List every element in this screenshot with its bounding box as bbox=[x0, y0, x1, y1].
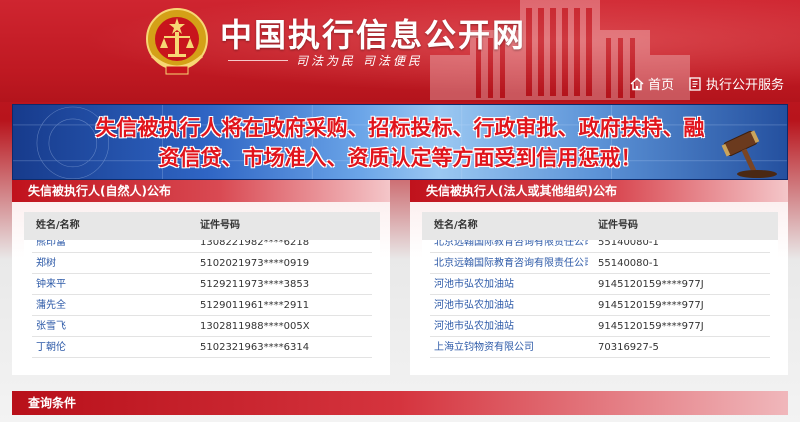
gavel-icon bbox=[721, 130, 777, 178]
nav-home[interactable]: 首页 bbox=[630, 74, 674, 93]
column-header-id: 证件号码 bbox=[200, 220, 240, 231]
person-name-link[interactable]: 蒲先全 bbox=[32, 295, 190, 315]
person-name-link[interactable]: 熊印富 bbox=[32, 240, 190, 252]
table-row: 北京远翰国际教育咨询有限责任公司 55140080-1 bbox=[430, 240, 770, 253]
slogan-text: 司法为民 司法便民 bbox=[296, 54, 423, 68]
legal-entity-panel: 失信被执行人(法人或其他组织)公布 姓名/名称 证件号码 北京远翰国际教育咨询有… bbox=[410, 180, 788, 375]
table-row: 河池市弘农加油站 9145120159****977J bbox=[430, 316, 770, 337]
entity-name-link[interactable]: 上海立钧物资有限公司 bbox=[430, 337, 588, 357]
panel-title: 失信被执行人(法人或其他组织)公布 bbox=[410, 180, 788, 202]
entity-name-link[interactable]: 河池市弘农加油站 bbox=[430, 316, 588, 336]
person-name-link[interactable]: 钟来平 bbox=[32, 274, 190, 294]
court-emblem-icon bbox=[146, 8, 208, 75]
table-row: 熊印富 1308221982****6218 bbox=[32, 240, 372, 253]
person-name-link[interactable]: 张雪飞 bbox=[32, 316, 190, 336]
table-row: 河池市弘农加油站 9145120159****977J bbox=[430, 295, 770, 316]
home-icon bbox=[630, 77, 644, 90]
table-header: 姓名/名称 证件号码 bbox=[24, 212, 380, 240]
id-number: 55140080-1 bbox=[598, 258, 659, 269]
table-row: 河池市弘农加油站 9145120159****977J bbox=[430, 274, 770, 295]
entity-name-link[interactable]: 北京远翰国际教育咨询有限责任公司 bbox=[430, 240, 588, 252]
entity-name-link[interactable]: 河池市弘农加油站 bbox=[430, 274, 588, 294]
natural-person-panel: 失信被执行人(自然人)公布 姓名/名称 证件号码 熊印富 1308221982*… bbox=[12, 180, 390, 375]
legal-entity-table: 姓名/名称 证件号码 北京远翰国际教育咨询有限责任公司 55140080-1 北… bbox=[422, 212, 778, 362]
table-row: 丁朝伦 5102321963****6314 bbox=[32, 337, 372, 358]
query-conditions-header: 查询条件 bbox=[12, 391, 788, 415]
id-number: 9145120159****977J bbox=[598, 321, 704, 332]
column-header-id: 证件号码 bbox=[598, 220, 638, 231]
site-slogan: 司法为民 司法便民 bbox=[228, 52, 518, 69]
person-name-link[interactable]: 郑树 bbox=[32, 253, 190, 273]
site-header: 中国执行信息公开网 司法为民 司法便民 首页 执行公开服务 bbox=[0, 0, 800, 102]
table-row: 蒲先全 5129011961****2911 bbox=[32, 295, 372, 316]
person-name-link[interactable]: 丁朝伦 bbox=[32, 337, 190, 357]
site-title: 中国执行信息公开网 bbox=[220, 16, 527, 54]
warning-banner: 失信被执行人将在政府采购、招标投标、行政审批、政府扶持、融 资信贷、市场准入、资… bbox=[12, 104, 788, 180]
nav-enforcement-services-label: 执行公开服务 bbox=[705, 78, 784, 93]
table-header: 姓名/名称 证件号码 bbox=[422, 212, 778, 240]
nav-home-label: 首页 bbox=[647, 78, 674, 93]
id-number: 9145120159****977J bbox=[598, 300, 704, 311]
id-number: 70316927-5 bbox=[598, 342, 659, 353]
table-body[interactable]: 北京远翰国际教育咨询有限责任公司 55140080-1 北京远翰国际教育咨询有限… bbox=[422, 240, 778, 362]
banner-line-1: 失信被执行人将在政府采购、招标投标、行政审批、政府扶持、融 bbox=[95, 116, 705, 140]
id-number: 5129011961****2911 bbox=[200, 300, 310, 311]
top-nav: 首页 执行公开服务 bbox=[630, 74, 784, 93]
column-header-name: 姓名/名称 bbox=[36, 220, 80, 231]
table-row: 上海立钧物资有限公司 70316927-5 bbox=[430, 337, 770, 358]
banner-line-2: 资信贷、市场准入、资质认定等方面受到信用惩戒！ bbox=[158, 146, 642, 170]
table-body[interactable]: 熊印富 1308221982****6218 郑树 5102021973****… bbox=[24, 240, 380, 362]
table-row: 钟来平 5129211973****3853 bbox=[32, 274, 372, 295]
id-number: 9145120159****977J bbox=[598, 279, 704, 290]
table-row: 郑树 5102021973****0919 bbox=[32, 253, 372, 274]
id-number: 1308221982****6218 bbox=[200, 240, 310, 248]
id-number: 5102021973****0919 bbox=[200, 258, 310, 269]
column-header-name: 姓名/名称 bbox=[434, 220, 478, 231]
id-number: 5129211973****3853 bbox=[200, 279, 310, 290]
id-number: 5102321963****6314 bbox=[200, 342, 310, 353]
natural-person-table: 姓名/名称 证件号码 熊印富 1308221982****6218 郑树 510… bbox=[24, 212, 380, 362]
id-number: 1302811988****005X bbox=[200, 321, 310, 332]
entity-name-link[interactable]: 河池市弘农加油站 bbox=[430, 295, 588, 315]
nav-enforcement-services[interactable]: 执行公开服务 bbox=[688, 74, 784, 93]
slogan-divider bbox=[228, 60, 288, 61]
banner-message: 失信被执行人将在政府采购、招标投标、行政审批、政府扶持、融 资信贷、市场准入、资… bbox=[53, 113, 747, 173]
table-row: 北京远翰国际教育咨询有限责任公司 55140080-1 bbox=[430, 253, 770, 274]
table-row: 张雪飞 1302811988****005X bbox=[32, 316, 372, 337]
panel-title: 失信被执行人(自然人)公布 bbox=[12, 180, 390, 202]
id-number: 55140080-1 bbox=[598, 240, 659, 248]
entity-name-link[interactable]: 北京远翰国际教育咨询有限责任公司 bbox=[430, 253, 588, 273]
document-icon bbox=[689, 76, 701, 91]
